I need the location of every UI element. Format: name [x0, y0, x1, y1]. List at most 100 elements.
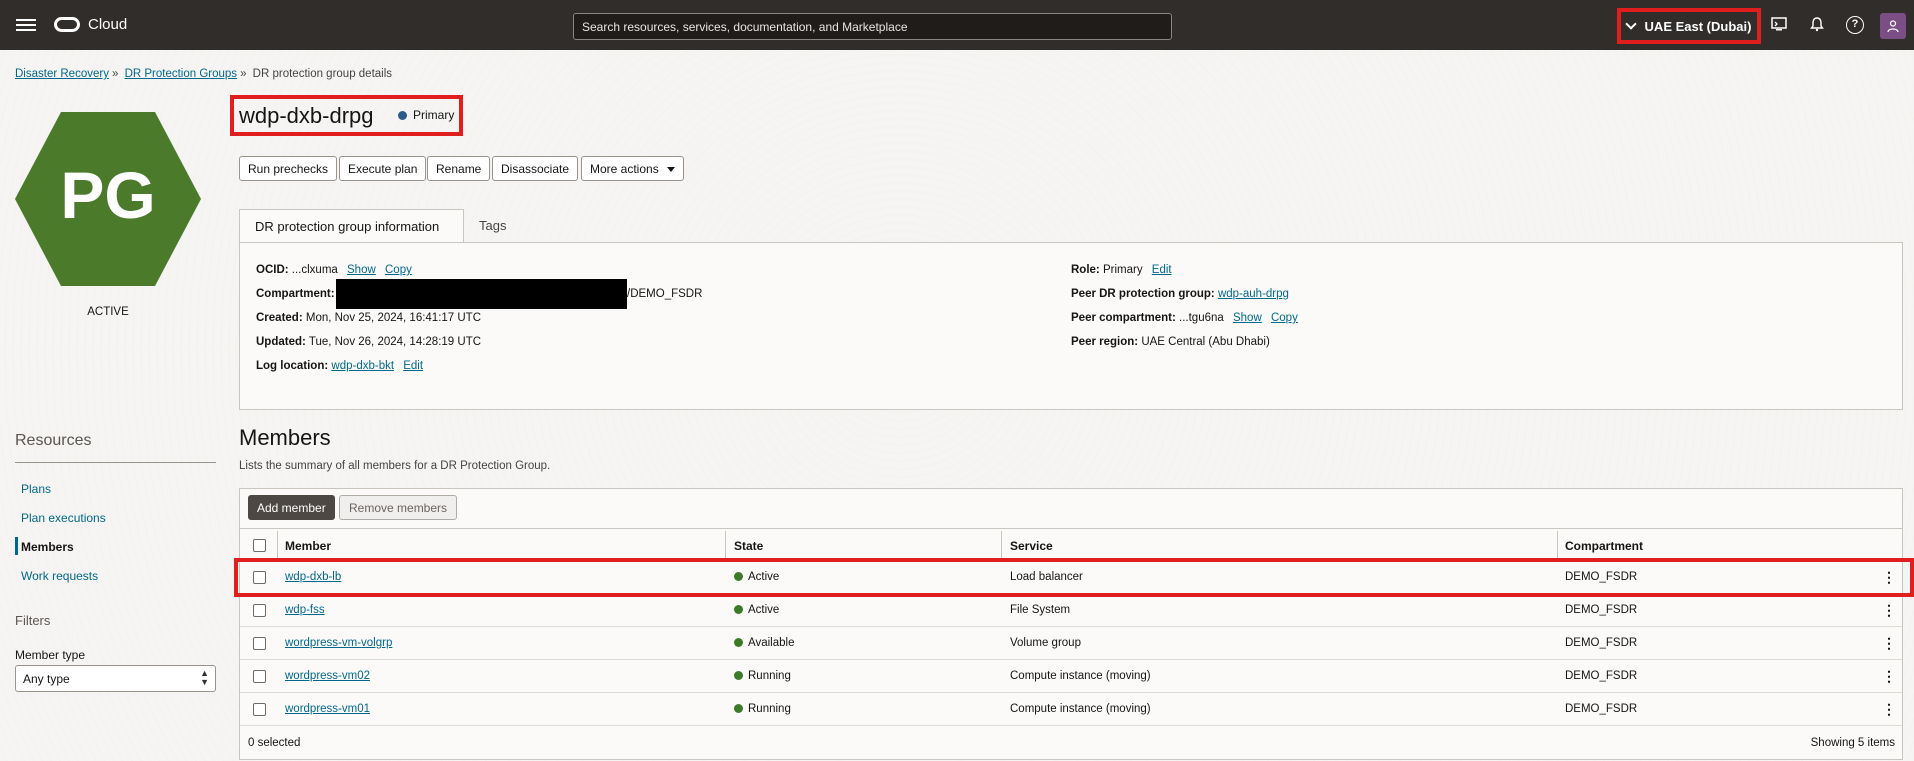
row-checkbox[interactable] — [253, 637, 266, 650]
peer-region-value: UAE Central (Abu Dhabi) — [1141, 336, 1270, 348]
status-dot-icon — [734, 638, 743, 647]
updated-label: Updated: — [256, 336, 306, 348]
row-actions-kebab-icon[interactable]: ⋮ — [1882, 702, 1896, 716]
created-value: Mon, Nov 25, 2024, 16:41:17 UTC — [305, 312, 482, 324]
member-state-label: Running — [748, 703, 791, 715]
filters-heading: Filters — [15, 613, 51, 628]
member-service: Volume group — [1010, 637, 1081, 649]
sidebar-item-plans[interactable]: Plans — [21, 482, 51, 496]
row-checkbox[interactable] — [253, 703, 266, 716]
row-checkbox[interactable] — [253, 670, 266, 683]
column-header-member[interactable]: Member — [285, 539, 331, 553]
member-compartment: DEMO_FSDR — [1565, 670, 1638, 682]
member-link[interactable]: wdp-dxb-lb — [285, 571, 341, 583]
peer-compartment-copy-link[interactable]: Copy — [1271, 312, 1298, 324]
role-edit-link[interactable]: Edit — [1152, 264, 1172, 276]
status-dot-icon — [734, 605, 743, 614]
search-input[interactable] — [573, 13, 1172, 40]
top-navigation-bar: Cloud UAE East (Dubai) ? — [0, 0, 1914, 50]
status-dot-icon — [734, 671, 743, 680]
ocid-copy-link[interactable]: Copy — [385, 264, 412, 276]
member-type-select[interactable]: Any type ▲ ▼ — [15, 665, 216, 692]
row-actions-kebab-icon[interactable]: ⋮ — [1882, 636, 1896, 650]
sidebar-item-plan-executions[interactable]: Plan executions — [21, 511, 106, 525]
table-row: wdp-fss Active File System DEMO_FSDR ⋮ — [240, 594, 1902, 627]
oracle-logo-icon — [54, 17, 80, 32]
run-prechecks-button[interactable]: Run prechecks — [239, 156, 338, 181]
column-header-service[interactable]: Service — [1010, 539, 1053, 553]
column-header-state[interactable]: State — [734, 539, 763, 553]
peer-compartment-row: Peer compartment: ...tgu6na Show Copy — [1071, 312, 1298, 324]
ocid-label: OCID: — [256, 264, 289, 276]
compartment-label: Compartment: — [256, 288, 335, 300]
member-state-label: Active — [748, 604, 780, 616]
redacted-block — [336, 279, 627, 309]
notifications-bell-icon[interactable] — [1808, 16, 1826, 34]
select-arrows-icon: ▲ ▼ — [200, 668, 209, 687]
breadcrumb-dr-protection-groups[interactable]: DR Protection Groups — [125, 68, 238, 80]
resource-initials: PG — [60, 158, 155, 232]
oracle-cloud-logo[interactable]: Cloud — [54, 16, 127, 33]
member-link[interactable]: wordpress-vm01 — [285, 703, 370, 715]
add-member-button[interactable]: Add member — [248, 495, 335, 520]
peer-group-row: Peer DR protection group: wdp-auh-drpg — [1071, 288, 1289, 300]
region-label: UAE East (Dubai) — [1644, 18, 1752, 34]
tab-dr-info[interactable]: DR protection group information — [239, 209, 464, 243]
role-dot-icon — [398, 110, 407, 120]
member-link[interactable]: wordpress-vm-volgrp — [285, 637, 392, 649]
row-actions-kebab-icon[interactable]: ⋮ — [1882, 669, 1896, 683]
log-location-row: Log location: wdp-dxb-bkt Edit — [256, 360, 423, 372]
cloud-shell-icon[interactable] — [1770, 16, 1788, 34]
row-actions-kebab-icon[interactable]: ⋮ — [1882, 570, 1896, 584]
member-link[interactable]: wordpress-vm02 — [285, 670, 370, 682]
column-divider — [1557, 531, 1558, 559]
table-header: Member State Service Compartment — [240, 528, 1902, 561]
row-checkbox[interactable] — [253, 604, 266, 617]
column-header-compartment[interactable]: Compartment — [1565, 539, 1643, 553]
role-badge-label: Primary — [413, 108, 455, 122]
created-label: Created: — [256, 312, 303, 324]
tab-tags[interactable]: Tags — [464, 209, 521, 243]
row-checkbox[interactable] — [253, 571, 266, 584]
breadcrumb-current: DR protection group details — [252, 68, 393, 80]
member-state-label: Active — [748, 571, 780, 583]
table-row: wdp-dxb-lb Active Load balancer DEMO_FSD… — [240, 561, 1902, 594]
updated-value: Tue, Nov 26, 2024, 14:28:19 UTC — [308, 336, 482, 348]
member-link[interactable]: wdp-fss — [285, 604, 325, 616]
compartment-value: /DEMO_FSDR — [627, 288, 703, 300]
peer-group-link[interactable]: wdp-auh-drpg — [1218, 288, 1289, 300]
compartment-row: Compartment: — [256, 288, 335, 300]
more-actions-button[interactable]: More actions — [581, 156, 684, 181]
member-service: File System — [1010, 604, 1071, 616]
user-avatar[interactable] — [1880, 13, 1906, 39]
help-icon[interactable]: ? — [1846, 16, 1864, 34]
resource-status: ACTIVE — [87, 306, 129, 318]
rename-button[interactable]: Rename — [427, 156, 491, 181]
row-actions-kebab-icon[interactable]: ⋮ — [1882, 603, 1896, 617]
member-compartment: DEMO_FSDR — [1565, 703, 1638, 715]
resource-hexagon-icon: PG — [15, 112, 201, 286]
disassociate-button[interactable]: Disassociate — [492, 156, 579, 181]
peer-compartment-show-link[interactable]: Show — [1233, 312, 1262, 324]
logo-text: Cloud — [88, 16, 128, 33]
menu-icon[interactable] — [16, 16, 36, 34]
member-state-label: Running — [748, 670, 791, 682]
region-selector[interactable]: UAE East (Dubai) — [1617, 8, 1761, 44]
ocid-value: ...clxuma — [291, 264, 338, 276]
ocid-row: OCID: ...clxuma Show Copy — [256, 264, 412, 276]
sidebar-item-work-requests[interactable]: Work requests — [21, 569, 98, 583]
ocid-show-link[interactable]: Show — [347, 264, 376, 276]
member-type-value: Any type — [23, 672, 70, 686]
select-all-checkbox[interactable] — [253, 539, 266, 552]
sidebar-item-members[interactable]: Members — [21, 540, 74, 554]
log-location-edit-link[interactable]: Edit — [403, 360, 423, 372]
remove-members-button[interactable]: Remove members — [339, 495, 458, 520]
member-state-label: Available — [748, 637, 795, 649]
created-row: Created: Mon, Nov 25, 2024, 16:41:17 UTC — [256, 312, 481, 324]
member-state: Running — [734, 670, 791, 682]
role-value: Primary — [1102, 264, 1143, 276]
role-label: Role: — [1071, 264, 1100, 276]
breadcrumb-disaster-recovery[interactable]: Disaster Recovery — [15, 68, 109, 80]
log-location-link[interactable]: wdp-dxb-bkt — [331, 360, 394, 372]
execute-plan-button[interactable]: Execute plan — [339, 156, 427, 181]
